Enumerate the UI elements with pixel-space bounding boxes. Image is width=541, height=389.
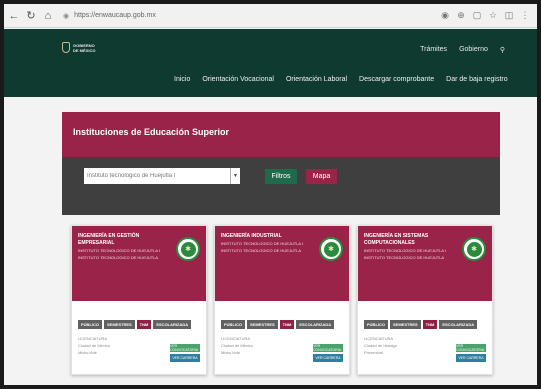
- browser-toolbar: ← ↻ ⌂ ◉ https://enwaucaup.gob.mx ◉ ⊕ ▢ ☆…: [4, 4, 537, 28]
- view-career-button[interactable]: VER CARRERA: [313, 354, 343, 362]
- card-location: Ciudad de México: [78, 343, 111, 348]
- link-tramites[interactable]: Trámites: [420, 46, 447, 54]
- tag-escolarizada: ESCOLARIZADA: [153, 320, 192, 329]
- card-campus: INSTITUTO TECNOLOGICO DE HUEJUTLA: [78, 255, 159, 260]
- filters-button[interactable]: Filtros: [265, 168, 297, 184]
- view-career-button[interactable]: VER CARRERA: [456, 354, 486, 362]
- card-level: LICENCIATURA: [78, 336, 108, 341]
- card-info: LICENCIATURA Ciudad de Hidalgo Presencia…: [364, 335, 397, 356]
- coat-of-arms-icon: [62, 42, 70, 53]
- view-career-button[interactable]: VER CARRERA: [170, 354, 200, 362]
- card-location: Ciudad de Hidalgo: [364, 343, 397, 348]
- translate-icon[interactable]: ◉: [437, 10, 453, 21]
- search-panel: Instituciones de Educación Superior ▼ Fi…: [62, 112, 500, 215]
- address-bar[interactable]: ◉ https://enwaucaup.gob.mx: [63, 9, 293, 23]
- menu-item-orientacion-vocacional[interactable]: Orientación Vocacional: [202, 76, 274, 83]
- view-call-button[interactable]: VER CONVOCATORIA: [456, 344, 486, 352]
- card-modality: Mixta-Vide: [221, 350, 240, 355]
- panel-title: Instituciones de Educación Superior: [62, 112, 500, 157]
- card-title: INGENIERÍA INDUSTRIAL: [221, 233, 282, 239]
- career-card[interactable]: INGENIERÍA INDUSTRIAL INSTITUTO TECNOLOG…: [214, 225, 350, 375]
- main-menu: Inicio Orientación Vocacional Orientació…: [174, 76, 520, 83]
- institution-seal-icon: ✱: [176, 237, 200, 261]
- card-tags: PÚBLICO SEMESTRES TNM ESCOLARIZADA: [221, 320, 336, 329]
- card-tags: PÚBLICO SEMESTRES TNM ESCOLARIZADA: [78, 320, 193, 329]
- card-tags: PÚBLICO SEMESTRES TNM ESCOLARIZADA: [364, 320, 479, 329]
- menu-item-dar-de-baja[interactable]: Dar de baja registro: [446, 76, 507, 83]
- lock-icon: ◉: [63, 12, 70, 20]
- site-logo[interactable]: GOBIERNO DE MÉXICO: [62, 42, 99, 53]
- menu-item-orientacion-laboral[interactable]: Orientación Laboral: [286, 76, 347, 83]
- account-icon[interactable]: ⋮: [517, 10, 533, 21]
- tag-semestres: SEMESTRES: [247, 320, 278, 329]
- tag-semestres: SEMESTRES: [104, 320, 135, 329]
- search-row: ▼ Filtros Mapa: [84, 168, 337, 184]
- map-button[interactable]: Mapa: [306, 168, 337, 184]
- logo-text: GOBIERNO DE MÉXICO: [73, 42, 96, 53]
- tag-escolarizada: ESCOLARIZADA: [439, 320, 478, 329]
- home-icon[interactable]: ⌂: [41, 9, 55, 23]
- tag-escolarizada: ESCOLARIZADA: [296, 320, 335, 329]
- top-links: Trámites Gobierno ⚲: [408, 46, 505, 54]
- site-header: GOBIERNO DE MÉXICO Trámites Gobierno ⚲ I…: [4, 29, 537, 97]
- reload-icon[interactable]: ↻: [24, 9, 38, 23]
- card-institution: INSTITUTO TECNOLOGICO DE HUEJUTLA I: [364, 248, 447, 253]
- card-institution: INSTITUTO TECNOLOGICO DE HUEJUTLA I: [78, 248, 161, 253]
- tag-tnm: TNM: [136, 320, 152, 329]
- tag-publico: PÚBLICO: [364, 320, 388, 329]
- card-institution: INSTITUTO TECNOLOGICO DE HUEJUTLA I: [221, 241, 304, 246]
- dropdown-arrow-icon[interactable]: ▼: [230, 168, 240, 184]
- favorite-icon[interactable]: ☆: [485, 10, 501, 21]
- card-campus: INSTITUTO TECNOLOGICO DE HUEJUTLA: [221, 248, 302, 253]
- card-campus: INSTITUTO TECNOLOGICO DE HUEJUTLA: [364, 255, 445, 260]
- card-header: INGENIERÍA EN GESTIÓN EMPRESARIAL INSTIT…: [72, 226, 206, 301]
- link-gobierno[interactable]: Gobierno: [459, 46, 488, 54]
- card-info: LICENCIATURA Ciudad de México Mixta-Vide: [221, 335, 253, 356]
- url-text: https://enwaucaup.gob.mx: [74, 12, 156, 19]
- view-call-button[interactable]: VER CONVOCATORIA: [170, 344, 200, 352]
- menu-item-descargar-comprobante[interactable]: Descargar comprobante: [359, 76, 434, 83]
- search-icon[interactable]: ⚲: [500, 46, 505, 54]
- menu-item-inicio[interactable]: Inicio: [174, 76, 190, 83]
- institution-seal-icon: ✱: [462, 237, 486, 261]
- card-level: LICENCIATURA: [364, 336, 394, 341]
- institution-search-input[interactable]: [84, 168, 230, 184]
- zoom-icon[interactable]: ⊕: [453, 10, 469, 21]
- screen-frame: ← ↻ ⌂ ◉ https://enwaucaup.gob.mx ◉ ⊕ ▢ ☆…: [0, 0, 541, 389]
- tab-icon[interactable]: ▢: [469, 10, 485, 21]
- card-header: INGENIERÍA EN SISTEMAS COMPUTACIONALES I…: [358, 226, 492, 301]
- career-card[interactable]: INGENIERÍA EN GESTIÓN EMPRESARIAL INSTIT…: [71, 225, 207, 375]
- view-call-button[interactable]: VER CONVOCATORIA: [313, 344, 343, 352]
- tag-publico: PÚBLICO: [221, 320, 245, 329]
- card-title: INGENIERÍA EN SISTEMAS COMPUTACIONALES: [364, 233, 429, 246]
- tag-tnm: TNM: [279, 320, 295, 329]
- card-title: INGENIERÍA EN GESTIÓN EMPRESARIAL: [78, 233, 140, 246]
- back-icon[interactable]: ←: [7, 9, 21, 23]
- tag-publico: PÚBLICO: [78, 320, 102, 329]
- tag-semestres: SEMESTRES: [390, 320, 421, 329]
- collections-icon[interactable]: ◫: [501, 10, 517, 21]
- tag-tnm: TNM: [422, 320, 438, 329]
- card-modality: Mixta-Vide: [78, 350, 97, 355]
- card-modality: Presencial: [364, 350, 383, 355]
- card-level: LICENCIATURA: [221, 336, 251, 341]
- card-location: Ciudad de México: [221, 343, 254, 348]
- card-header: INGENIERÍA INDUSTRIAL INSTITUTO TECNOLOG…: [215, 226, 349, 301]
- institution-seal-icon: ✱: [319, 237, 343, 261]
- career-card[interactable]: INGENIERÍA EN SISTEMAS COMPUTACIONALES I…: [357, 225, 493, 375]
- card-info: LICENCIATURA Ciudad de México Mixta-Vide: [78, 335, 110, 356]
